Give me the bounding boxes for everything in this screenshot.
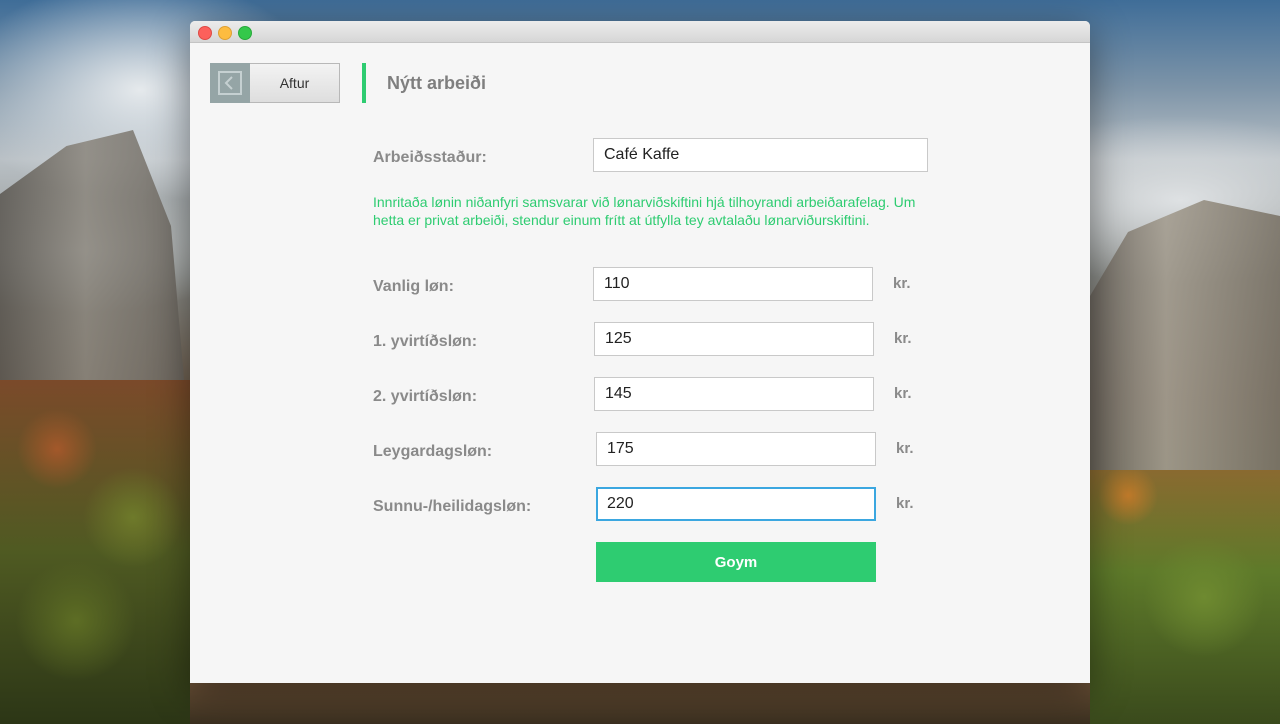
currency-unit: kr. <box>894 330 912 347</box>
overtime1-wage-input[interactable] <box>594 322 874 356</box>
regular-wage-label: Vanlig løn: <box>373 278 454 295</box>
save-button[interactable]: Goym <box>596 542 876 582</box>
back-icon-box[interactable] <box>210 63 250 103</box>
currency-unit: kr. <box>896 440 914 457</box>
workplace-label: Arbeiðsstaður: <box>373 149 487 166</box>
title-bar <box>190 21 1090 43</box>
holiday-wage-input[interactable] <box>596 487 876 521</box>
background-trees <box>1090 470 1280 724</box>
overtime2-wage-input[interactable] <box>594 377 874 411</box>
overtime2-wage-label: 2. yvirtíðsløn: <box>373 388 478 405</box>
currency-unit: kr. <box>893 275 911 292</box>
saturday-wage-input[interactable] <box>596 432 876 466</box>
currency-unit: kr. <box>896 495 914 512</box>
wage-info-text: Innritaða lønin niðanfyri samsvarar við … <box>373 194 916 228</box>
saturday-wage-label: Leygardagsløn: <box>373 443 493 460</box>
currency-unit: kr. <box>894 385 912 402</box>
background-trees <box>0 380 190 724</box>
header-accent-bar <box>362 63 366 103</box>
page-title: Nýtt arbeiði <box>387 73 487 93</box>
app-window: Aftur Nýtt arbeiði Arbeiðsstaður: Innrit… <box>190 21 1090 683</box>
background-trees <box>190 683 1090 724</box>
minimize-window-button[interactable] <box>218 26 232 40</box>
back-button[interactable]: Aftur <box>210 63 340 103</box>
overtime1-wage-label: 1. yvirtíðsløn: <box>373 333 478 350</box>
workplace-input[interactable] <box>593 138 928 172</box>
chevron-left-icon <box>218 71 242 95</box>
back-button-label[interactable]: Aftur <box>250 63 340 103</box>
close-window-button[interactable] <box>198 26 212 40</box>
holiday-wage-label: Sunnu-/heilidagsløn: <box>373 498 532 515</box>
regular-wage-input[interactable] <box>593 267 873 301</box>
maximize-window-button[interactable] <box>238 26 252 40</box>
